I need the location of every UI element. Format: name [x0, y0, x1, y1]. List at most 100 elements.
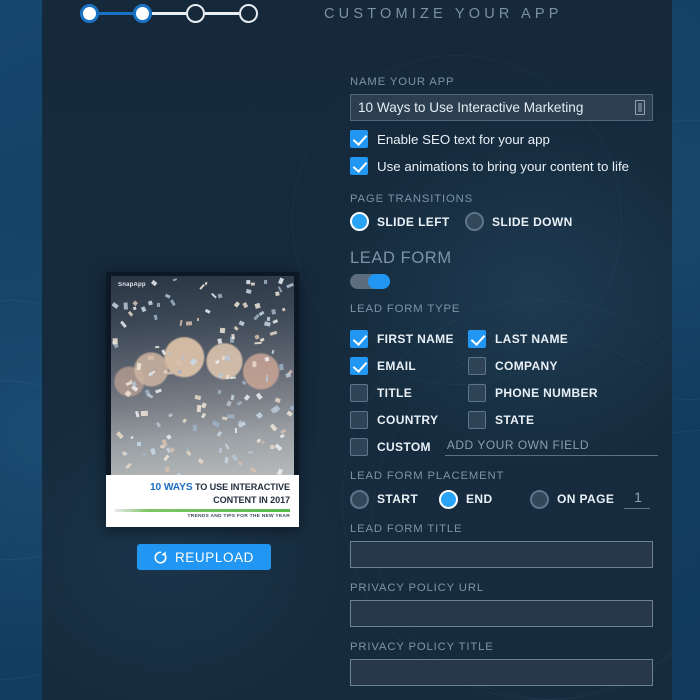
- title-checkbox[interactable]: [350, 384, 368, 402]
- field-country[interactable]: COUNTRY: [350, 411, 468, 429]
- confetti-speck: [136, 362, 142, 370]
- confetti-speck: [231, 334, 235, 340]
- lead-form-type-grid: FIRST NAME LAST NAME EMAIL COMPANY TITLE: [350, 321, 662, 429]
- custom-field-input[interactable]: [444, 438, 658, 456]
- confetti-speck: [175, 360, 182, 366]
- confetti-speck: [204, 308, 211, 314]
- phone-number-checkbox[interactable]: [468, 384, 486, 402]
- field-phone-number[interactable]: PHONE NUMBER: [468, 384, 662, 402]
- confetti-speck: [281, 307, 286, 312]
- end-radio[interactable]: [439, 489, 458, 509]
- privacy-policy-url-input[interactable]: [350, 600, 653, 627]
- cover-headline-line2: CONTENT IN 2017: [213, 495, 290, 505]
- start-radio[interactable]: [350, 489, 369, 509]
- cover-thumbnail[interactable]: SnapApp 10 WAYS TO USE INTERACTIVE CONTE…: [106, 272, 299, 527]
- privacy-policy-url-label: PRIVACY POLICY URL: [350, 582, 484, 594]
- confetti-speck: [263, 356, 269, 362]
- confetti-speck: [242, 380, 248, 386]
- lead-form-title-input[interactable]: [350, 541, 653, 568]
- phone-number-label: PHONE NUMBER: [495, 386, 598, 400]
- custom-checkbox[interactable]: [350, 438, 368, 456]
- privacy-policy-title-label: PRIVACY POLICY TITLE: [350, 641, 494, 653]
- confetti-speck: [140, 306, 147, 313]
- confetti-speck: [168, 413, 174, 418]
- slide-left-radio[interactable]: [350, 212, 369, 231]
- confetti-speck: [250, 282, 255, 287]
- confetti-speck: [185, 320, 193, 325]
- radio-end[interactable]: END: [439, 489, 530, 509]
- field-company[interactable]: COMPANY: [468, 357, 662, 375]
- confetti-speck: [211, 293, 217, 299]
- end-label: END: [466, 492, 493, 506]
- confetti-speck: [233, 325, 239, 331]
- radio-on-page[interactable]: ON PAGE: [530, 489, 614, 509]
- name-input-wrapper: [350, 94, 653, 121]
- title-label: TITLE: [377, 386, 413, 400]
- confetti-speck: [266, 316, 271, 321]
- confetti-speck: [125, 462, 132, 470]
- confetti-speck: [221, 416, 228, 421]
- confetti-speck: [253, 302, 261, 309]
- privacy-policy-title-input[interactable]: [350, 659, 653, 686]
- lead-form-toggle[interactable]: [350, 274, 390, 289]
- on-page-radio[interactable]: [530, 489, 549, 509]
- cover-photo: [111, 276, 294, 479]
- country-checkbox[interactable]: [350, 411, 368, 429]
- counter-icon[interactable]: [635, 100, 645, 115]
- stepper-step-3[interactable]: [186, 4, 205, 23]
- lead-form-toggle-knob: [368, 274, 390, 289]
- confetti-speck: [254, 341, 262, 345]
- company-label: COMPANY: [495, 359, 558, 373]
- use-animations-label: Use animations to bring your content to …: [377, 158, 630, 174]
- confetti-speck: [132, 306, 137, 311]
- stepper-step-4[interactable]: [239, 4, 258, 23]
- confetti-speck: [136, 441, 142, 447]
- confetti-speck: [217, 293, 223, 299]
- field-custom[interactable]: CUSTOM: [350, 438, 662, 456]
- field-first-name[interactable]: FIRST NAME: [350, 330, 468, 348]
- app-name-input[interactable]: [350, 94, 653, 121]
- confetti-speck: [237, 460, 243, 466]
- radio-slide-left[interactable]: SLIDE LEFT: [350, 212, 465, 231]
- confetti-speck: [218, 338, 223, 344]
- page-number-input[interactable]: [624, 489, 651, 509]
- state-checkbox[interactable]: [468, 411, 486, 429]
- radio-slide-down[interactable]: SLIDE DOWN: [465, 212, 573, 231]
- first-name-checkbox[interactable]: [350, 330, 368, 348]
- confetti-speck: [271, 308, 276, 315]
- confetti-speck: [224, 354, 231, 362]
- confetti-speck: [217, 373, 224, 379]
- stepper-step-2[interactable]: [133, 4, 152, 23]
- slide-down-radio[interactable]: [465, 212, 484, 231]
- slide-left-label: SLIDE LEFT: [377, 214, 450, 229]
- confetti-speck: [179, 319, 183, 327]
- reupload-button[interactable]: REUPLOAD: [136, 544, 271, 570]
- use-animations-row[interactable]: Use animations to bring your content to …: [350, 157, 662, 175]
- use-animations-checkbox[interactable]: [350, 157, 368, 175]
- radio-start[interactable]: START: [350, 489, 439, 509]
- confetti-speck: [120, 320, 128, 329]
- confetti-speck: [270, 423, 278, 432]
- stepper-connector-2: [152, 12, 186, 15]
- confetti-speck: [131, 381, 138, 387]
- stepper-step-1[interactable]: [80, 4, 99, 23]
- lead-form-type-label: LEAD FORM TYPE: [350, 303, 461, 315]
- confetti-speck: [219, 327, 226, 334]
- email-checkbox[interactable]: [350, 357, 368, 375]
- app-preview: SnapApp 10 WAYS TO USE INTERACTIVE CONTE…: [106, 272, 301, 570]
- confetti-speck: [225, 374, 230, 380]
- confetti-speck: [238, 320, 245, 327]
- last-name-checkbox[interactable]: [468, 330, 486, 348]
- field-email[interactable]: EMAIL: [350, 357, 468, 375]
- field-title[interactable]: TITLE: [350, 384, 468, 402]
- enable-seo-checkbox[interactable]: [350, 130, 368, 148]
- first-name-label: FIRST NAME: [377, 332, 454, 346]
- confetti-speck: [204, 282, 208, 287]
- confetti-speck: [216, 430, 223, 437]
- field-state[interactable]: STATE: [468, 411, 662, 429]
- email-label: EMAIL: [377, 359, 417, 373]
- field-last-name[interactable]: LAST NAME: [468, 330, 662, 348]
- company-checkbox[interactable]: [468, 357, 486, 375]
- confetti-speck: [231, 454, 238, 462]
- enable-seo-row[interactable]: Enable SEO text for your app: [350, 130, 662, 148]
